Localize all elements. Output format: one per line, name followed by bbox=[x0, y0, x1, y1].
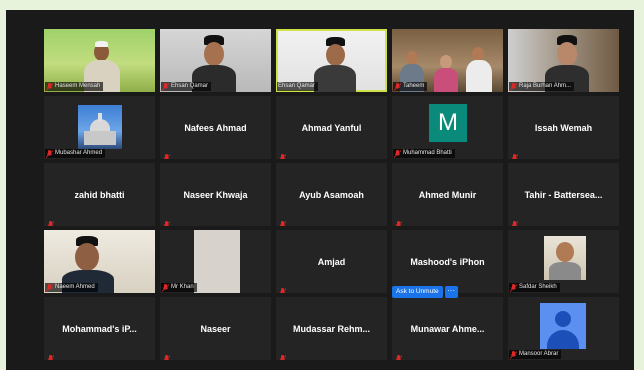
participant-video bbox=[312, 37, 358, 92]
participant-tile[interactable]: Amjad bbox=[276, 230, 387, 293]
participant-tile[interactable]: Mashood's iPhon bbox=[392, 230, 503, 293]
muted-mic-icon bbox=[279, 149, 287, 159]
participant-label: Ehsan Qamar bbox=[277, 82, 319, 91]
participant-tile[interactable]: Nafees Ahmad bbox=[160, 96, 271, 159]
more-options-button[interactable]: ··· bbox=[444, 286, 458, 298]
muted-mic-icon bbox=[163, 216, 171, 226]
participant-label: Ehsan Qamar bbox=[161, 82, 212, 91]
muted-mic-icon bbox=[162, 82, 169, 91]
mosque-picture bbox=[78, 105, 122, 149]
participant-tile[interactable]: Mudassar Rehm... bbox=[276, 297, 387, 360]
participant-label: Mansoor Abrar bbox=[509, 350, 562, 359]
participant-tile[interactable]: Naseer Khwaja bbox=[160, 163, 271, 226]
participant-tile[interactable]: Tahir - Battersea... bbox=[508, 163, 619, 226]
muted-mic-icon bbox=[394, 149, 401, 158]
muted-mic-icon bbox=[47, 216, 55, 226]
participant-label: Muhammad Bhatti bbox=[393, 149, 455, 158]
participant-tile[interactable]: Munawar Ahme... bbox=[392, 297, 503, 360]
participant-name: Mashood's iPhon bbox=[410, 256, 485, 267]
participant-tile[interactable]: Mohammad's iP... bbox=[44, 297, 155, 360]
muted-mic-icon bbox=[163, 350, 171, 360]
participant-name: Issah Wemah bbox=[534, 122, 593, 133]
muted-mic-icon bbox=[279, 350, 287, 360]
participant-name: Tahir - Battersea... bbox=[524, 189, 603, 200]
participant-tile[interactable]: Mr Khan bbox=[160, 230, 271, 293]
participant-tile[interactable]: Naseer bbox=[160, 297, 271, 360]
participant-name: zahid bhatti bbox=[74, 189, 125, 200]
participant-name: Mohammad's iP... bbox=[62, 323, 137, 334]
participant-name: Amjad bbox=[317, 256, 346, 267]
participant-label: Safdar Sheikh bbox=[509, 283, 560, 292]
profile-photo bbox=[544, 236, 586, 280]
participant-tile[interactable]: Taheem bbox=[392, 29, 503, 92]
avatar: M bbox=[429, 104, 467, 142]
muted-mic-icon bbox=[279, 283, 287, 293]
participant-name: Naseer Khwaja bbox=[183, 189, 248, 200]
muted-mic-icon bbox=[279, 216, 287, 226]
ask-to-unmute-button[interactable]: Ask to Unmute bbox=[392, 286, 443, 298]
participant-label: Taheem bbox=[393, 82, 428, 91]
participant-tile[interactable]: Ahmad Yanful bbox=[276, 96, 387, 159]
muted-mic-icon bbox=[162, 283, 169, 292]
participant-label: Naeem Ahmed bbox=[45, 283, 98, 292]
muted-mic-icon bbox=[510, 283, 517, 292]
participant-name: Nafees Ahmad bbox=[184, 122, 247, 133]
participant-tile[interactable]: Mansoor Abrar bbox=[508, 297, 619, 360]
participant-tile[interactable]: Ayub Asamoah bbox=[276, 163, 387, 226]
muted-mic-icon bbox=[47, 350, 55, 360]
muted-mic-icon bbox=[394, 82, 401, 91]
participant-tile[interactable]: Raja Burhan Ahm... bbox=[508, 29, 619, 92]
participant-tile[interactable]: Safdar Sheikh bbox=[508, 230, 619, 293]
participant-video bbox=[194, 230, 240, 293]
participant-tile[interactable]: zahid bhatti bbox=[44, 163, 155, 226]
muted-mic-icon bbox=[511, 216, 519, 226]
participant-tile[interactable]: Mubashar Ahmed bbox=[44, 96, 155, 159]
muted-mic-icon bbox=[46, 283, 53, 292]
meeting-window: Haseem Mensah Ehsan Qamar Ehsan Qamar Ta… bbox=[6, 10, 634, 370]
participant-name: Naseer bbox=[200, 323, 231, 334]
participant-name: Ahmed Munir bbox=[418, 189, 477, 200]
participant-tile[interactable]: M Muhammad Bhatti bbox=[392, 96, 503, 159]
participant-name: Mudassar Rehm... bbox=[292, 323, 371, 334]
participant-name: Munawar Ahme... bbox=[410, 323, 485, 334]
participant-label: Raja Burhan Ahm... bbox=[509, 82, 575, 91]
participant-tile[interactable]: Ahmed Munir bbox=[392, 163, 503, 226]
muted-mic-icon bbox=[511, 149, 519, 159]
muted-mic-icon bbox=[395, 216, 403, 226]
participant-tile-active-speaker[interactable]: Ehsan Qamar bbox=[276, 29, 387, 92]
participant-name: Ahmad Yanful bbox=[301, 122, 362, 133]
participant-name: Ayub Asamoah bbox=[299, 189, 364, 200]
participant-label: Mr Khan bbox=[161, 283, 197, 292]
muted-mic-icon bbox=[510, 350, 517, 359]
muted-mic-icon bbox=[395, 350, 403, 360]
participant-label: Haseem Mensah bbox=[45, 82, 104, 91]
gallery-grid: Haseem Mensah Ehsan Qamar Ehsan Qamar Ta… bbox=[44, 29, 622, 361]
hover-controls: Ask to Unmute ··· bbox=[392, 286, 458, 298]
muted-mic-icon bbox=[163, 149, 171, 159]
muted-mic-icon bbox=[46, 82, 53, 91]
muted-mic-icon bbox=[510, 82, 517, 91]
participant-tile[interactable]: Haseem Mensah bbox=[44, 29, 155, 92]
participant-label: Mubashar Ahmed bbox=[45, 149, 106, 158]
muted-mic-icon bbox=[46, 149, 53, 158]
default-avatar-icon bbox=[540, 303, 586, 349]
participant-tile[interactable]: Naeem Ahmed bbox=[44, 230, 155, 293]
participant-tile[interactable]: Issah Wemah bbox=[508, 96, 619, 159]
participant-tile[interactable]: Ehsan Qamar bbox=[160, 29, 271, 92]
